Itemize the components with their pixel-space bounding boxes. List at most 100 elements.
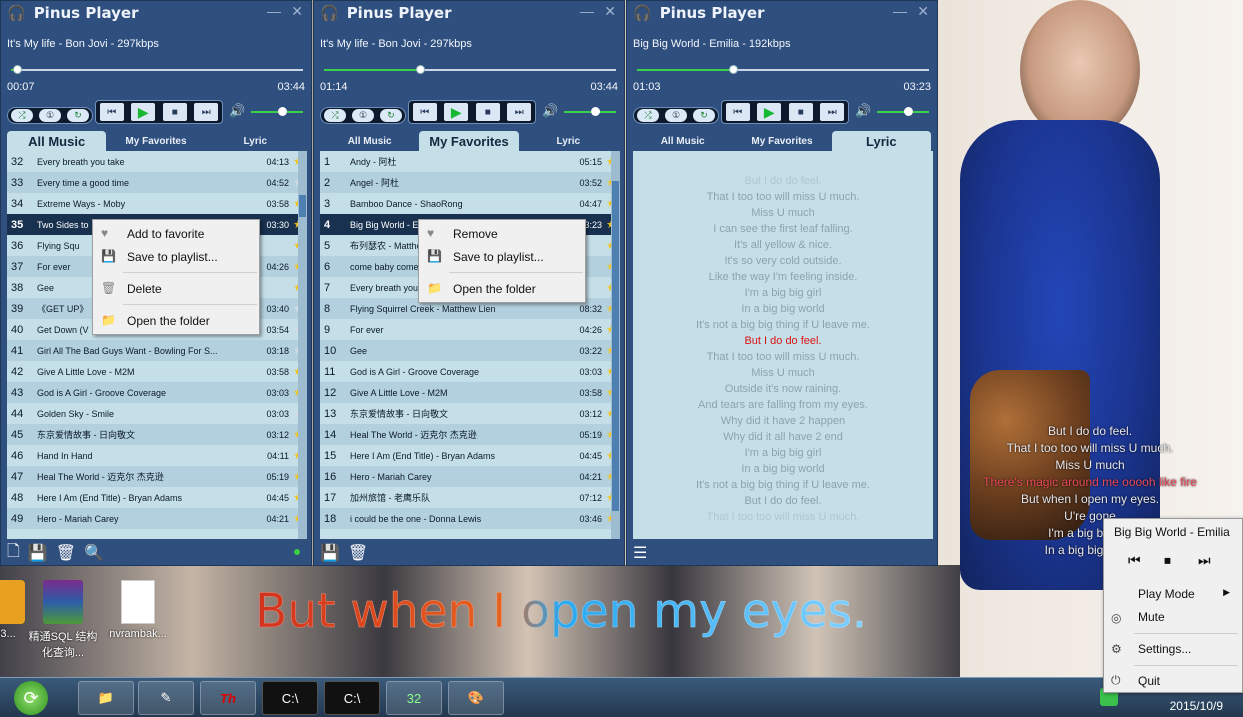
app-32-taskbar-icon[interactable]: 32 [386, 681, 442, 715]
stop-icon[interactable]: ■ [475, 103, 500, 121]
cmd-taskbar-icon-1[interactable]: C:\ [262, 681, 318, 715]
table-row[interactable]: 13 东京爱情故事 - 日向敬文 03:12 ★ [320, 403, 620, 424]
table-row[interactable]: 43 God is A Girl - Groove Coverage 03:03… [7, 382, 307, 403]
notepad-taskbar-icon[interactable]: ✎ [138, 681, 194, 715]
list-scrollbar[interactable] [298, 151, 307, 539]
progress-slider[interactable] [637, 65, 929, 74]
prev-icon[interactable]: ⏮ [1128, 552, 1141, 569]
shuffle-icon[interactable]: ⤮ [324, 109, 346, 122]
repeat-icon[interactable]: ↻ [693, 109, 715, 122]
progress-slider[interactable] [11, 65, 303, 74]
title-bar[interactable]: 🎧 Pinus Player — ✕ [627, 1, 937, 25]
table-row[interactable]: 34 Extreme Ways - Moby 03:58 ★ [7, 193, 307, 214]
play-icon[interactable]: ▶ [131, 103, 156, 121]
table-row[interactable]: 12 Give A Little Love - M2M 03:58 ★ [320, 382, 620, 403]
table-row[interactable]: 32 Every breath you take 04:13 ★ [7, 151, 307, 172]
play-icon[interactable]: ▶ [757, 103, 782, 121]
tab-lyric[interactable]: Lyric [831, 131, 931, 151]
menu-add-favorite[interactable]: ♥ Add to favorite [93, 222, 259, 245]
table-row[interactable]: 42 Give A Little Love - M2M 03:58 ★ [7, 361, 307, 382]
table-row[interactable]: 1 Andy - 阿杜 05:15 ★ [320, 151, 620, 172]
tray-settings[interactable]: Settings... [1138, 642, 1191, 656]
table-row[interactable]: 44 Golden Sky - Smile 03:03 ★ [7, 403, 307, 424]
table-row[interactable]: 49 Hero - Mariah Carey 04:21 ★ [7, 508, 307, 529]
minimize-icon[interactable]: — [893, 3, 907, 19]
repeat-icon[interactable]: ↻ [67, 109, 89, 122]
menu-open-folder[interactable]: 📁 Open the folder [419, 277, 585, 300]
scrollbar-thumb[interactable] [299, 195, 306, 217]
single-icon[interactable]: ① [352, 109, 374, 122]
app-th-taskbar-icon[interactable]: Th [200, 681, 256, 715]
table-row[interactable]: 2 Angel - 阿杜 03:52 ★ [320, 172, 620, 193]
title-bar[interactable]: 🎧 Pinus Player — ✕ [314, 1, 624, 25]
close-icon[interactable]: ✕ [917, 3, 929, 20]
tab-all-music[interactable]: All Music [633, 131, 732, 151]
tab-my-favorites[interactable]: My Favorites [732, 131, 831, 151]
table-row[interactable]: 9 For ever 04:26 ★ [320, 319, 620, 340]
tab-my-favorites[interactable]: My Favorites [419, 131, 519, 151]
shuffle-icon[interactable]: ⤮ [637, 109, 659, 122]
menu-save-playlist[interactable]: 💾 Save to playlist... [93, 245, 259, 268]
table-row[interactable]: 10 Gee 03:22 ★ [320, 340, 620, 361]
prev-icon[interactable]: ⏮ [412, 103, 437, 121]
desktop-icon-3[interactable]: nvrambak... [103, 580, 173, 640]
shuffle-icon[interactable]: ⤮ [11, 109, 33, 122]
volume-slider[interactable] [564, 107, 616, 116]
tab-lyric[interactable]: Lyric [519, 131, 618, 151]
next-icon[interactable]: ⏭ [507, 103, 532, 121]
save-icon[interactable]: 💾 [320, 543, 340, 563]
single-icon[interactable]: ① [39, 109, 61, 122]
tray-play-mode[interactable]: Play Mode [1138, 587, 1195, 601]
prev-icon[interactable]: ⏮ [99, 103, 124, 121]
scrollbar-thumb[interactable] [612, 181, 619, 511]
table-row[interactable]: 17 加州旅馆 - 老鹰乐队 07:12 ★ [320, 487, 620, 508]
list-icon[interactable]: ☰ [633, 543, 647, 563]
next-icon[interactable]: ⏭ [1198, 552, 1211, 569]
table-row[interactable]: 45 东京爱情故事 - 日向敬文 03:12 ★ [7, 424, 307, 445]
stop-icon[interactable]: ⏹ [1164, 552, 1171, 569]
save-icon[interactable]: 💾 [28, 543, 48, 563]
volume-knob[interactable] [278, 107, 288, 116]
stop-icon[interactable]: ■ [162, 103, 187, 121]
close-icon[interactable]: ✕ [604, 3, 616, 20]
menu-delete[interactable]: 🗑 Delete [93, 277, 259, 300]
cmd-taskbar-icon-2[interactable]: C:\ [324, 681, 380, 715]
menu-open-folder[interactable]: 📁 Open the folder [93, 309, 259, 332]
add-file-icon[interactable]: 🗋 [7, 540, 20, 567]
tray-quit[interactable]: Quit [1138, 674, 1160, 688]
repeat-icon[interactable]: ↻ [380, 109, 402, 122]
desktop-lyric[interactable]: But when I open my eyes. [255, 584, 867, 640]
table-row[interactable]: 18 i could be the one - Donna Lewis 03:4… [320, 508, 620, 529]
title-bar[interactable]: 🎧 Pinus Player — ✕ [1, 1, 311, 25]
progress-slider[interactable] [324, 65, 616, 74]
volume-slider[interactable] [251, 107, 303, 116]
volume-icon[interactable]: 🔊 [229, 103, 245, 119]
volume-icon[interactable]: 🔊 [855, 103, 871, 119]
menu-save-playlist[interactable]: 💾 Save to playlist... [419, 245, 585, 268]
table-row[interactable]: 48 Here I Am (End Title) - Bryan Adams 0… [7, 487, 307, 508]
close-icon[interactable]: ✕ [291, 3, 303, 20]
table-row[interactable]: 33 Every time a good time 04:52 ★ [7, 172, 307, 193]
table-row[interactable]: 46 Hand In Hand 04:11 ★ [7, 445, 307, 466]
progress-knob[interactable] [416, 65, 426, 74]
table-row[interactable]: 11 God is A Girl - Groove Coverage 03:03… [320, 361, 620, 382]
tab-all-music[interactable]: All Music [7, 131, 107, 151]
volume-icon[interactable]: 🔊 [542, 103, 558, 119]
paint-taskbar-icon[interactable]: 🎨 [448, 681, 504, 715]
volume-knob[interactable] [904, 107, 914, 116]
next-icon[interactable]: ⏭ [820, 103, 845, 121]
stop-icon[interactable]: ■ [788, 103, 813, 121]
tab-my-favorites[interactable]: My Favorites [106, 131, 205, 151]
prev-icon[interactable]: ⏮ [725, 103, 750, 121]
minimize-icon[interactable]: — [580, 3, 594, 19]
minimize-icon[interactable]: — [267, 3, 281, 19]
tray-mute[interactable]: Mute [1138, 610, 1165, 624]
table-row[interactable]: 15 Here I Am (End Title) - Bryan Adams 0… [320, 445, 620, 466]
table-row[interactable]: 16 Hero - Mariah Carey 04:21 ★ [320, 466, 620, 487]
search-icon[interactable]: 🔍 [84, 543, 104, 563]
progress-knob[interactable] [12, 65, 22, 74]
delete-icon[interactable]: 🗑 [56, 543, 76, 563]
volume-knob[interactable] [591, 107, 601, 116]
list-scrollbar[interactable] [611, 151, 620, 539]
table-row[interactable]: 14 Heal The World - 迈克尔 杰克逊 05:19 ★ [320, 424, 620, 445]
